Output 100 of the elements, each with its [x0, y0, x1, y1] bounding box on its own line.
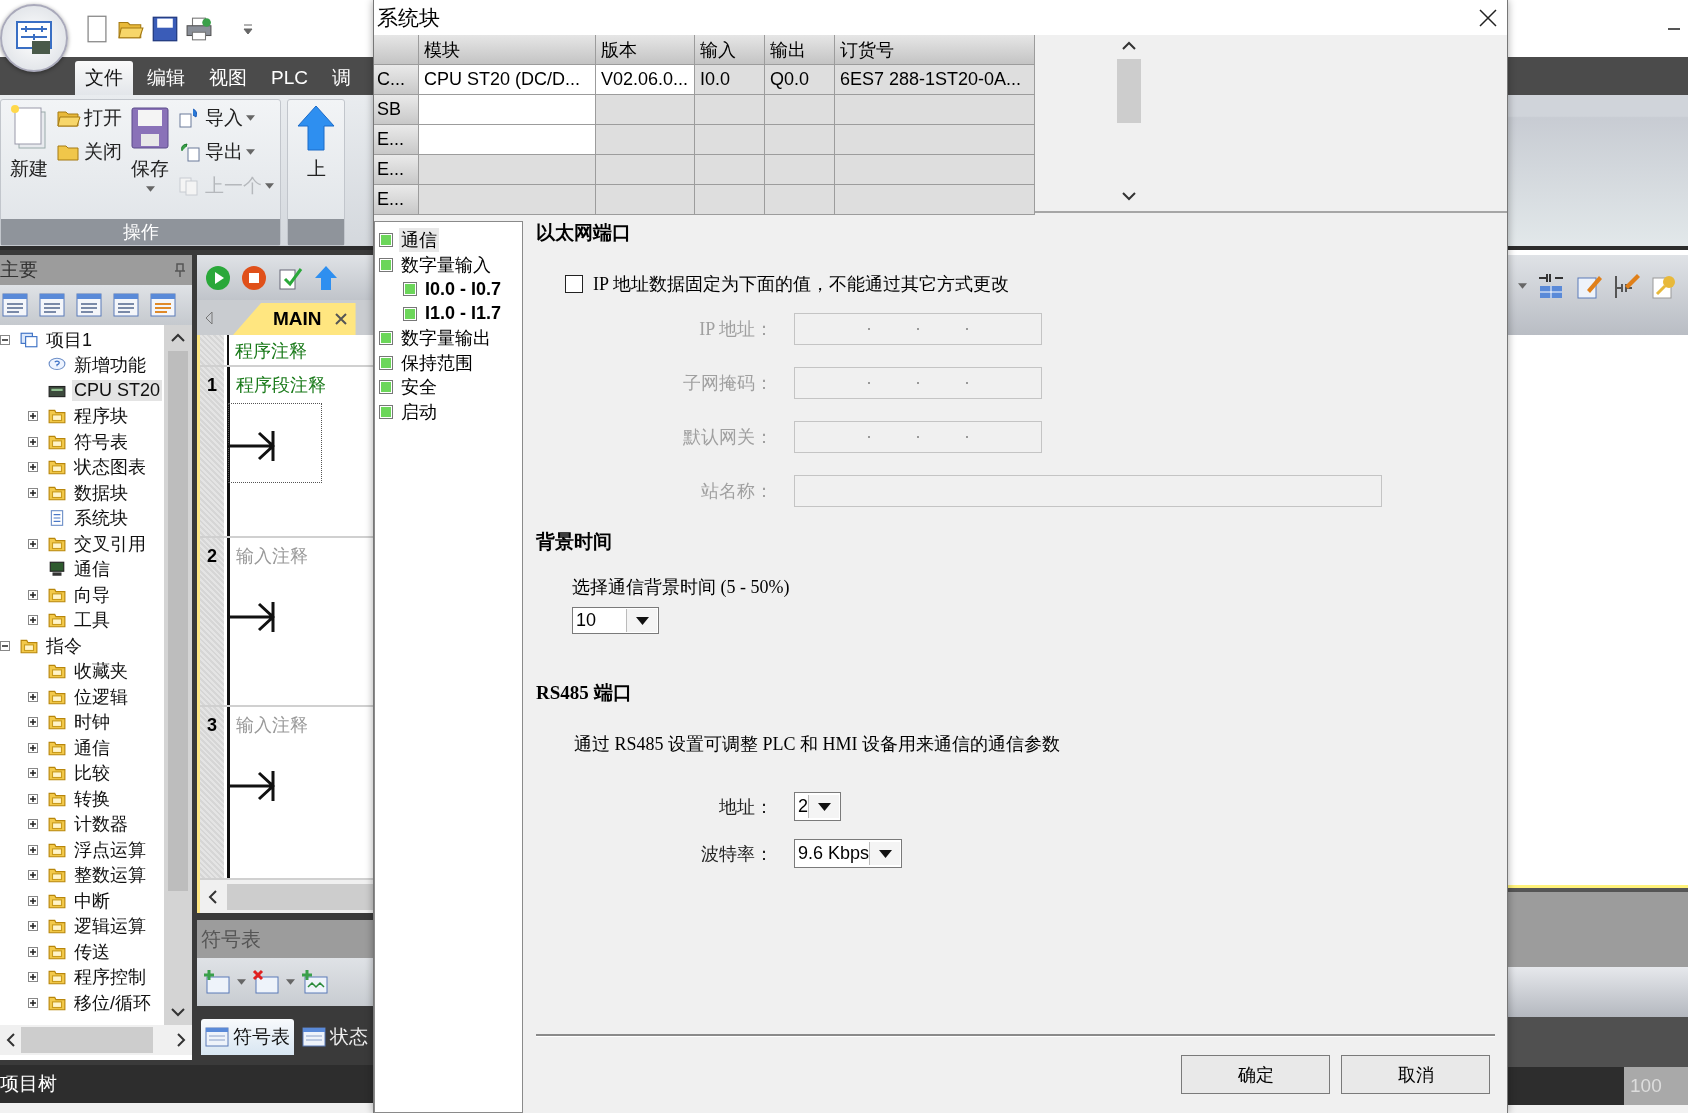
expander-icon[interactable]	[28, 946, 38, 957]
edit-contact-icon[interactable]	[1613, 272, 1641, 300]
list-icon[interactable]	[76, 293, 102, 317]
table-cell[interactable]	[835, 95, 1035, 125]
scrollbar[interactable]	[0, 1025, 192, 1055]
table-cell[interactable]	[596, 155, 695, 185]
form-icon[interactable]	[150, 293, 176, 317]
tree-item[interactable]: 浮点运算	[72, 837, 148, 862]
ribbon-button[interactable]: 导入	[178, 102, 274, 134]
dropdown[interactable]: 9.6 Kbps	[794, 839, 903, 868]
checkbox-label[interactable]: IP 地址数据固定为下面的值，不能通过其它方式更改	[593, 272, 1009, 296]
ip-address-field[interactable]	[794, 313, 1042, 345]
tree-item[interactable]: 中断	[72, 888, 112, 913]
dropdown-arrow-icon[interactable]	[635, 616, 649, 625]
table-cell[interactable]: V02.06.0...	[596, 65, 695, 95]
table-cell[interactable]	[765, 185, 835, 215]
nav-item[interactable]: 启动	[399, 399, 439, 424]
tree-item[interactable]: 工具	[72, 608, 112, 633]
dialog-button[interactable]: 确定	[1181, 1055, 1330, 1094]
tree-item[interactable]: 逻辑运算	[72, 914, 148, 939]
table-cell[interactable]	[835, 125, 1035, 155]
dropdown[interactable]: 2	[794, 792, 841, 821]
row-header[interactable]: SB	[374, 95, 419, 125]
expander-icon[interactable]	[28, 411, 38, 422]
expander-icon[interactable]	[0, 640, 10, 651]
tree-item[interactable]: 交叉引用	[72, 531, 148, 556]
table-icon[interactable]	[39, 293, 65, 317]
editor-tab[interactable]: MAIN	[233, 303, 356, 335]
table-cell[interactable]	[419, 155, 596, 185]
expander-icon[interactable]	[28, 538, 38, 549]
expander-icon[interactable]	[28, 997, 38, 1008]
checkbox[interactable]	[565, 275, 583, 293]
delete-table-icon[interactable]	[252, 969, 280, 995]
scroll-left-icon[interactable]	[208, 889, 217, 904]
table-cell[interactable]	[765, 95, 835, 125]
menu-tab[interactable]: 视图	[199, 61, 257, 95]
list-icon[interactable]	[113, 293, 139, 317]
tree-item[interactable]: 数据块	[72, 480, 130, 505]
row-header[interactable]: C...	[374, 65, 419, 95]
pane-tab[interactable]: 符号表	[201, 1019, 294, 1055]
scroll-left-icon[interactable]	[6, 1033, 15, 1047]
menu-tab[interactable]: 文件	[75, 61, 133, 95]
tree-item[interactable]: 通信	[72, 557, 112, 582]
nav-item[interactable]: 保持范围	[399, 350, 475, 375]
row-header[interactable]: E...	[374, 185, 419, 215]
scroll-down-icon[interactable]	[1121, 191, 1136, 201]
dropdown-arrow-icon[interactable]	[878, 849, 892, 858]
row-header[interactable]: E...	[374, 125, 419, 155]
table-cell[interactable]	[596, 95, 695, 125]
tree-item[interactable]: 程序块	[72, 404, 130, 429]
pane-tab[interactable]: 状态	[298, 1019, 372, 1055]
dialog-button[interactable]: 取消	[1341, 1055, 1490, 1094]
table-cell[interactable]	[765, 155, 835, 185]
menu-tab[interactable]: PLC	[261, 61, 318, 95]
table-cell[interactable]	[419, 185, 596, 215]
table-cell[interactable]	[835, 155, 1035, 185]
scroll-down-icon[interactable]	[171, 1007, 185, 1017]
up-arrow-icon[interactable]	[313, 264, 339, 291]
tree-item[interactable]: 系统块	[72, 506, 130, 531]
tree-item[interactable]: 比较	[72, 761, 112, 786]
expander-icon[interactable]	[28, 691, 38, 702]
nav-item[interactable]: 安全	[399, 375, 439, 400]
tree-item[interactable]: 通信	[72, 735, 112, 760]
tree-item[interactable]: 计数器	[72, 812, 130, 837]
expander-icon[interactable]	[28, 589, 38, 600]
expander-icon[interactable]	[28, 768, 38, 779]
input-field[interactable]	[794, 475, 1382, 507]
tree-item[interactable]: 向导	[72, 582, 112, 607]
expander-icon[interactable]	[0, 334, 10, 345]
table-cell[interactable]	[695, 125, 765, 155]
ip-address-field[interactable]	[794, 367, 1042, 399]
table-cell[interactable]	[419, 95, 596, 125]
tree-item[interactable]: CPU ST20	[72, 380, 163, 402]
dropdown[interactable]: 10	[572, 607, 659, 634]
tree-item[interactable]: 整数运算	[72, 863, 148, 888]
minimize-icon[interactable]	[1668, 27, 1680, 30]
tree-item[interactable]: 时钟	[72, 710, 112, 735]
expander-icon[interactable]	[28, 972, 38, 983]
pin-icon[interactable]	[174, 263, 186, 277]
customize-caret-icon[interactable]	[242, 22, 254, 35]
table-cell[interactable]: CPU ST20 (DC/D...	[419, 65, 596, 95]
tree-item[interactable]: 指令	[44, 633, 84, 658]
expander-icon[interactable]	[28, 844, 38, 855]
tree-item[interactable]: 转换	[72, 786, 112, 811]
new-document-icon[interactable]	[84, 14, 110, 43]
table-cell[interactable]	[695, 155, 765, 185]
table-cell[interactable]: Q0.0	[765, 65, 835, 95]
tree-item[interactable]: 移位/循环	[72, 990, 153, 1015]
table-cell[interactable]	[596, 185, 695, 215]
add-chart-icon[interactable]	[301, 969, 329, 995]
expander-icon[interactable]	[28, 742, 38, 753]
tree-item[interactable]: 状态图表	[72, 455, 148, 480]
nav-item[interactable]: 数字量输出	[399, 326, 493, 351]
ribbon-button[interactable]: 上	[294, 102, 338, 184]
menu-tab[interactable]: 编辑	[137, 61, 195, 95]
stop-icon[interactable]	[241, 264, 267, 291]
add-table-icon[interactable]	[203, 969, 231, 995]
contact-table-icon[interactable]	[1537, 272, 1565, 300]
ribbon-button[interactable]: 保存	[128, 102, 172, 194]
scrollbar[interactable]	[197, 880, 373, 913]
